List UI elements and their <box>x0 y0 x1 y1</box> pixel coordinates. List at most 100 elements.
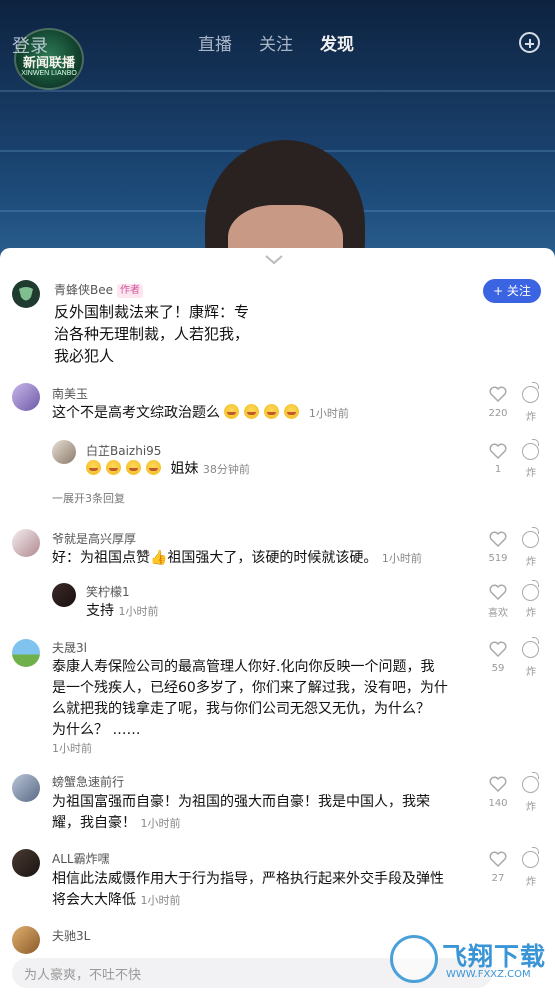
comment-author[interactable]: 夫晟3l <box>52 639 87 656</box>
laugh-emoji-icon <box>86 460 101 475</box>
comment-time: 1小时前 <box>381 552 422 565</box>
comment-input-placeholder: 为人豪爽，不吐不快 <box>24 968 142 983</box>
laugh-emoji-icon <box>126 460 141 475</box>
like-count: 27 <box>491 873 505 884</box>
comment-time: 1小时前 <box>140 894 181 907</box>
expand-replies-link[interactable]: 一展开3条回复 <box>52 490 125 506</box>
video-background[interactable]: 新闻联播 XINWEN LIANBO 登录 直播 关注 发现 <box>0 0 555 260</box>
comment-author[interactable]: 南美玉 <box>52 385 88 402</box>
avatar[interactable] <box>12 926 40 954</box>
avatar[interactable] <box>12 849 40 877</box>
tab-following[interactable]: 关注 <box>259 30 293 55</box>
comment-text: 泰康人寿保险公司的最高管理人你好.化向你反映一个问题，我 是一个残疾人，已经60… <box>52 657 448 741</box>
like-count: 519 <box>488 553 508 564</box>
author-name[interactable]: 青蜂侠Bee 作者 <box>54 281 143 298</box>
bomb-label: 炸 <box>526 468 536 479</box>
comment-author[interactable]: 夫驰3L <box>52 927 90 944</box>
watermark: 飞翔下载 WWW.FXXZ.COM <box>390 933 550 988</box>
watermark-sub: WWW.FXXZ.COM <box>446 969 531 980</box>
avatar[interactable] <box>12 529 40 557</box>
comment-author[interactable]: ALL霸炸嘿 <box>52 850 110 867</box>
comment-line: 耀，我自豪！ 1小时前 <box>52 813 430 834</box>
comment-time: 1小时前 <box>140 817 181 830</box>
author-tag: 作者 <box>117 284 143 298</box>
comment-author[interactable]: 螃蟹急速前行 <box>52 773 124 790</box>
like-heart-icon[interactable] <box>489 776 507 792</box>
comment-line: 相信此法威慑作用大于行为指导，严格执行起来外交手段及弹性 <box>52 871 444 887</box>
bomb-label: 炸 <box>526 667 536 678</box>
comment-line: 泰康人寿保险公司的最高管理人你好.化向你反映一个问题，我 <box>52 659 435 675</box>
like-heart-icon[interactable] <box>489 386 507 402</box>
post-line: 反外国制裁法来了！康辉：专 <box>54 303 250 321</box>
add-icon[interactable] <box>519 32 540 53</box>
comment-line-text: 耀，我自豪！ <box>52 815 136 831</box>
bomb-label: 炸 <box>526 412 536 423</box>
like-heart-icon[interactable] <box>489 584 507 600</box>
tab-discover[interactable]: 发现 <box>320 30 354 55</box>
comment-line: 为什么？ …… <box>52 722 141 738</box>
comment-sheet: 青蜂侠Bee 作者 + 关注 反外国制裁法来了！康辉：专 治各种无理制裁，人若犯我… <box>0 248 555 993</box>
bomb-icon[interactable] <box>522 439 539 460</box>
like-count: 140 <box>488 798 508 809</box>
laugh-emoji-icon <box>244 404 260 419</box>
bomb-label: 炸 <box>526 557 536 568</box>
bomb-label: 炸 <box>526 877 536 888</box>
reply-text: 姐妹 38分钟前 <box>86 459 250 480</box>
comment-time: 1小时前 <box>308 407 349 420</box>
bomb-icon[interactable] <box>522 637 539 658</box>
collapse-chevron-icon[interactable] <box>265 255 283 265</box>
laugh-emoji-icon <box>224 404 240 419</box>
reply-text: 支持 1小时前 <box>86 601 158 622</box>
comment-body: 这个不是高考文综政治题么 <box>52 405 220 421</box>
comment-line: 是一个残疾人，已经60多岁了，你们来了解过我，没有吧，为什 <box>52 680 448 696</box>
tab-live[interactable]: 直播 <box>198 30 232 55</box>
watermark-main: 飞翔下载 <box>442 942 547 971</box>
reply-author[interactable]: 白芷Baizhi95 <box>86 442 161 459</box>
bomb-icon[interactable] <box>522 382 539 403</box>
like-count: 59 <box>491 663 505 674</box>
logo-sub-text: XINWEN LIANBO <box>21 70 77 77</box>
bomb-icon[interactable] <box>522 580 539 601</box>
bomb-label: 炸 <box>526 608 536 619</box>
reply-body: 支持 <box>86 603 114 619</box>
reply-time: 1小时前 <box>118 605 159 618</box>
comment-text: 好：为祖国点赞👍祖国强大了，该硬的时候就该硬。 1小时前 <box>52 548 422 569</box>
bomb-icon[interactable] <box>522 772 539 793</box>
comment-time: 1小时前 <box>52 742 92 755</box>
like-count: 喜欢 <box>488 608 508 619</box>
comment-body: 好：为祖国点赞👍祖国强大了，该硬的时候就该硬。 <box>52 550 378 566</box>
post-line: 我必犯人 <box>54 347 115 365</box>
comment-line: 为祖国富强而自豪！为祖国的强大而自豪！我是中国人，我荣 <box>52 794 430 810</box>
bomb-label: 炸 <box>526 802 536 813</box>
avatar[interactable] <box>52 440 76 464</box>
like-count: 1 <box>494 464 502 475</box>
reply-body: 姐妹 <box>170 461 199 477</box>
bomb-icon[interactable] <box>522 847 539 868</box>
avatar[interactable] <box>12 774 40 802</box>
laugh-emoji-icon <box>284 404 300 419</box>
like-heart-icon[interactable] <box>489 531 507 547</box>
avatar[interactable] <box>12 639 40 667</box>
reply-author[interactable]: 笑柠檬1 <box>86 583 130 600</box>
author-avatar[interactable] <box>12 280 40 308</box>
comment-author[interactable]: 爷就是高兴厚厚 <box>52 530 136 547</box>
comment-text: 为祖国富强而自豪！为祖国的强大而自豪！我是中国人，我荣 耀，我自豪！ 1小时前 <box>52 792 430 834</box>
comment-line: 么就把我的钱拿走了呢，我与你们公司无怨又无仇，为什么？ <box>52 701 430 717</box>
comment-line: 将会大大降低 1小时前 <box>52 890 444 911</box>
follow-button[interactable]: + 关注 <box>483 279 541 303</box>
avatar[interactable] <box>12 383 40 411</box>
comment-text: 这个不是高考文综政治题么 1小时前 <box>52 403 349 424</box>
post-line: 治各种无理制裁，人若犯我， <box>54 325 250 343</box>
laugh-emoji-icon <box>106 460 121 475</box>
author-mask-icon <box>19 287 33 301</box>
comment-line-text: 将会大大降低 <box>52 892 136 908</box>
avatar[interactable] <box>52 583 76 607</box>
login-button[interactable]: 登录 <box>12 32 48 58</box>
laugh-emoji-icon <box>264 404 280 419</box>
reply-time: 38分钟前 <box>202 463 250 476</box>
like-heart-icon[interactable] <box>489 851 507 867</box>
like-heart-icon[interactable] <box>489 641 507 657</box>
bomb-icon[interactable] <box>522 527 539 548</box>
like-count: 220 <box>488 408 508 419</box>
like-heart-icon[interactable] <box>489 443 507 459</box>
